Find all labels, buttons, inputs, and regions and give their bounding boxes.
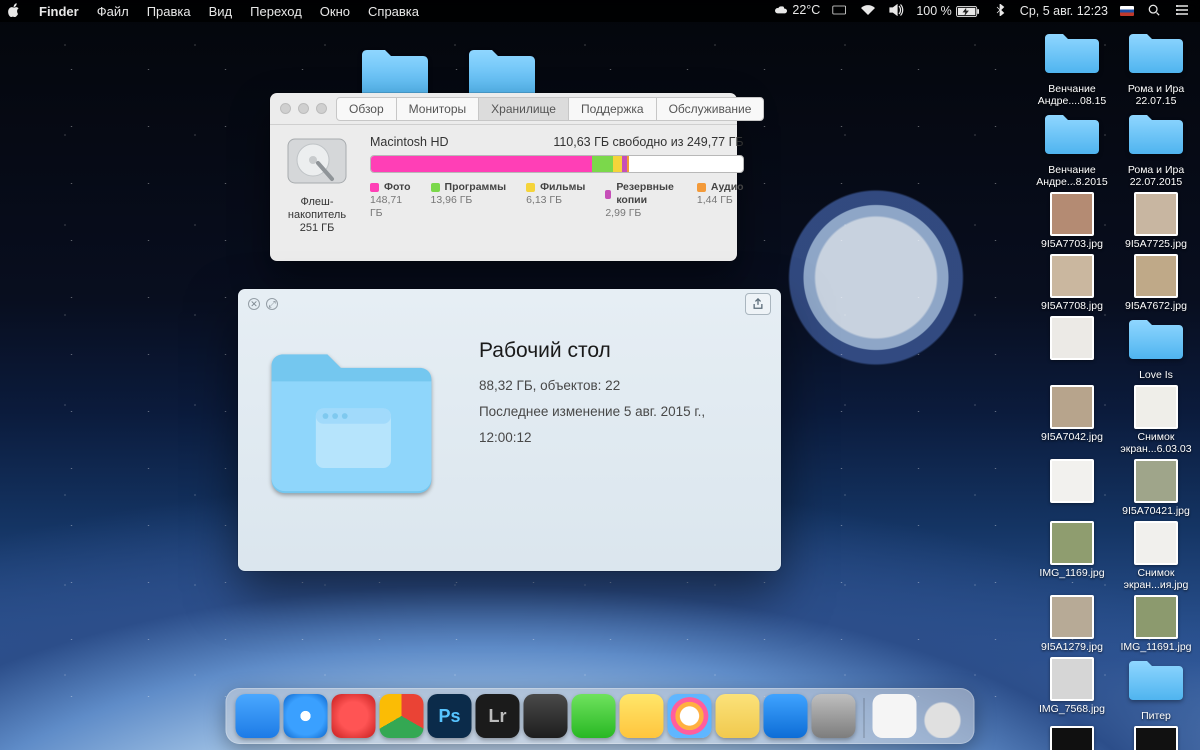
storage-segment xyxy=(371,156,592,172)
desktop-file[interactable] xyxy=(1034,316,1110,381)
bluetooth-status-icon[interactable] xyxy=(992,4,1008,19)
apple-menu-icon[interactable] xyxy=(8,3,21,20)
info-modified-line: Последнее изменение 5 авг. 2015 г., 12:0… xyxy=(479,399,751,451)
desktop-file[interactable]: IMG_11691.jpg xyxy=(1118,595,1194,653)
desktop-folder[interactable]: Венчание Андре....08.15 xyxy=(1034,30,1110,107)
desktop-file[interactable]: 9I5A7672.jpg xyxy=(1118,254,1194,312)
folder-large-icon xyxy=(260,339,443,508)
legend-item: Фильмы6,13 ГБ xyxy=(526,181,585,220)
weather-text: 22°C xyxy=(792,3,820,17)
storage-tab-обслуживание[interactable]: Обслуживание xyxy=(656,97,765,121)
dock-app-camera[interactable] xyxy=(524,694,568,738)
disk-icon-column: Флеш-накопитель251 ГБ xyxy=(282,135,352,235)
menu-help[interactable]: Справка xyxy=(368,4,419,19)
legend-item: Аудио1,44 ГБ xyxy=(697,181,744,220)
hard-disk-icon xyxy=(282,135,352,187)
desktop-file[interactable]: IMG_1169.jpg xyxy=(1034,521,1110,591)
desktop-file[interactable]: 9I5A7725.jpg xyxy=(1118,192,1194,250)
traffic-close[interactable] xyxy=(280,103,291,114)
display-status-icon[interactable] xyxy=(832,4,848,19)
desktop-file[interactable]: 9I5A7708.jpg xyxy=(1034,254,1110,312)
desktop-file[interactable]: 9I5A70421.jpg xyxy=(1118,459,1194,517)
wifi-status-icon[interactable] xyxy=(860,4,876,19)
disk-label: Флеш-накопитель251 ГБ xyxy=(282,196,352,235)
fullscreen-icon[interactable]: ⤢ xyxy=(266,298,278,310)
dock: PsLr xyxy=(226,688,975,744)
dock-app-system-preferences[interactable] xyxy=(812,694,856,738)
menu-go[interactable]: Переход xyxy=(250,4,302,19)
menu-file[interactable]: Файл xyxy=(97,4,129,19)
free-space-text: 110,63 ГБ свободно из 249,77 ГБ xyxy=(553,135,743,149)
desktop-folder[interactable]: Love Is xyxy=(1118,316,1194,381)
traffic-zoom[interactable] xyxy=(316,103,327,114)
dock-app-safari[interactable] xyxy=(284,694,328,738)
storage-tabs: ОбзорМониторыХранилищеПоддержкаОбслужива… xyxy=(337,97,764,121)
desktop-file[interactable]: 9I5A1279.jpg xyxy=(1034,595,1110,653)
desktop-folder[interactable]: Питер xyxy=(1118,657,1194,722)
spotlight-search-icon[interactable] xyxy=(1146,4,1162,19)
desktop-file[interactable]: Снимок экран...6.03.03 xyxy=(1118,385,1194,455)
desktop-folder[interactable]: Венчание Андре...8.2015 xyxy=(1034,111,1110,188)
desktop-file[interactable]: Снимок экран....12.jpg xyxy=(1118,726,1194,750)
dock-separator xyxy=(864,698,865,738)
dock-app-photoshop[interactable]: Ps xyxy=(428,694,472,738)
battery-status[interactable]: 100 % xyxy=(916,4,979,18)
desktop-file[interactable] xyxy=(1034,459,1110,517)
dock-app-mail-doc[interactable] xyxy=(873,694,917,738)
notification-center-icon[interactable] xyxy=(1174,4,1190,19)
storage-segment xyxy=(592,156,613,172)
storage-segment xyxy=(627,156,629,172)
menu-window[interactable]: Окно xyxy=(320,4,350,19)
desktop-folder[interactable]: Рома и Ира 22.07.2015 xyxy=(1118,111,1194,188)
desktop-file[interactable] xyxy=(1034,726,1110,750)
weather-status[interactable]: 22°C xyxy=(773,3,820,19)
traffic-minimize[interactable] xyxy=(298,103,309,114)
dock-app-app-store[interactable] xyxy=(764,694,808,738)
desktop-file[interactable]: 9I5A7042.jpg xyxy=(1034,385,1110,455)
desktop-file[interactable]: 9I5A7703.jpg xyxy=(1034,192,1110,250)
legend-item: Фото148,71 ГБ xyxy=(370,181,411,220)
storage-tab-мониторы[interactable]: Мониторы xyxy=(396,97,479,121)
input-language-flag-icon[interactable] xyxy=(1120,6,1134,16)
close-icon[interactable]: ✕ xyxy=(248,298,260,310)
legend-item: Программы13,96 ГБ xyxy=(431,181,507,220)
menu-edit[interactable]: Правка xyxy=(147,4,191,19)
dock-app-lightroom[interactable]: Lr xyxy=(476,694,520,738)
dock-app-opera[interactable] xyxy=(332,694,376,738)
folder-info-window: ✕ ⤢ Рабочий стол 88,32 ГБ, объектов: 22 … xyxy=(238,289,781,571)
dock-app-messages[interactable] xyxy=(572,694,616,738)
storage-usage-bar xyxy=(370,155,744,173)
storage-segment xyxy=(613,156,622,172)
about-this-mac-storage-window: ОбзорМониторыХранилищеПоддержкаОбслужива… xyxy=(270,93,737,261)
legend-item: Резервные копии2,99 ГБ xyxy=(605,181,677,220)
battery-text: 100 % xyxy=(916,4,951,18)
info-titlebar[interactable]: ✕ ⤢ xyxy=(238,289,781,319)
menubar: Finder Файл Правка Вид Переход Окно Спра… xyxy=(0,0,1200,22)
volume-status-icon[interactable] xyxy=(888,4,904,19)
dock-app-finder[interactable] xyxy=(236,694,280,738)
volume-name: Macintosh HD xyxy=(370,135,449,149)
dock-app-photos[interactable] xyxy=(668,694,712,738)
storage-tab-хранилище[interactable]: Хранилище xyxy=(478,97,569,121)
desktop-folder[interactable]: Рома и Ира 22.07.15 xyxy=(1118,30,1194,107)
window-traffic-lights[interactable] xyxy=(270,103,337,114)
dock-app-reminders[interactable] xyxy=(716,694,760,738)
dock-app-chrome[interactable] xyxy=(380,694,424,738)
storage-tab-поддержка[interactable]: Поддержка xyxy=(568,97,657,121)
dock-app-notes-app[interactable] xyxy=(620,694,664,738)
desktop-items-area: Венчание Андре....08.15Рома и Ира 22.07.… xyxy=(1008,30,1194,750)
dock-app-trash[interactable] xyxy=(921,694,965,738)
info-size-line: 88,32 ГБ, объектов: 22 xyxy=(479,373,751,399)
desktop-file[interactable]: IMG_7568.jpg xyxy=(1034,657,1110,722)
menu-view[interactable]: Вид xyxy=(209,4,233,19)
storage-legend: Фото148,71 ГБ Программы13,96 ГБ Фильмы6,13… xyxy=(370,181,744,220)
storage-tab-обзор[interactable]: Обзор xyxy=(336,97,397,121)
clock-status[interactable]: Ср, 5 авг. 12:23 xyxy=(1020,4,1108,18)
menubar-app-name[interactable]: Finder xyxy=(39,4,79,19)
desktop-file[interactable]: Снимок экран...ия.jpg xyxy=(1118,521,1194,591)
info-title: Рабочий стол xyxy=(479,339,751,363)
share-button[interactable] xyxy=(745,293,771,315)
